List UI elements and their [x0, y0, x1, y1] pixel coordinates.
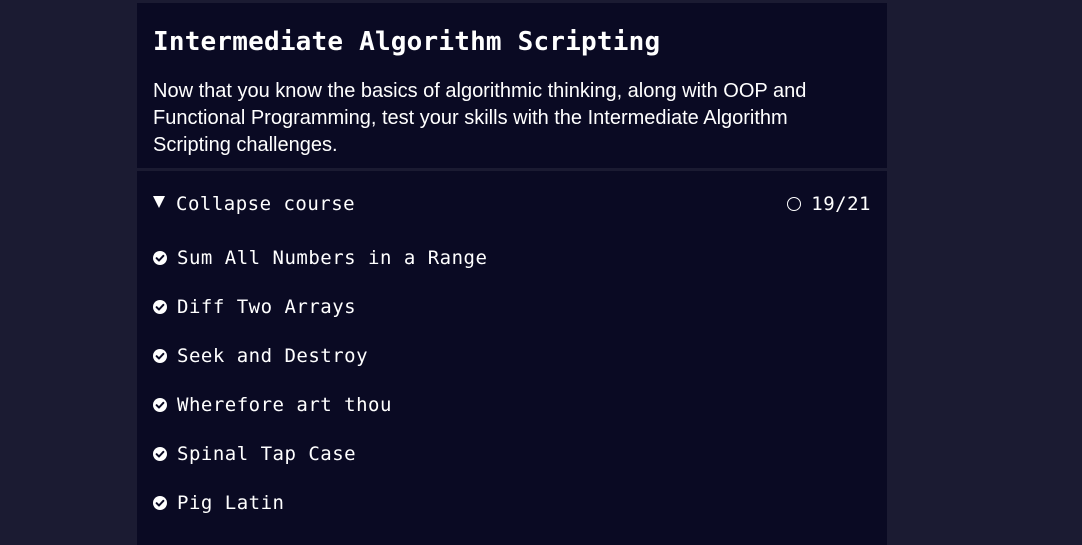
challenge-label: Pig Latin	[177, 491, 285, 514]
course-title: Intermediate Algorithm Scripting	[153, 27, 661, 57]
challenge-label: Spinal Tap Case	[177, 442, 357, 465]
check-circle-icon	[153, 299, 167, 314]
challenge-label: Seek and Destroy	[177, 344, 369, 367]
challenge-item[interactable]: Sum All Numbers in a Range	[153, 233, 871, 282]
check-circle-icon	[153, 348, 167, 363]
course-intro: Intermediate Algorithm Scripting Now tha…	[137, 3, 887, 171]
challenge-item[interactable]: Spinal Tap Case	[153, 429, 871, 478]
collapse-course-label: Collapse course	[176, 193, 356, 215]
check-circle-icon	[153, 397, 167, 412]
check-circle-icon	[153, 495, 167, 510]
challenge-label: Sum All Numbers in a Range	[177, 246, 488, 269]
progress-count: 19/21	[811, 193, 871, 215]
check-circle-icon	[153, 250, 167, 265]
challenge-label: Wherefore art thou	[177, 393, 392, 416]
course-panel: Intermediate Algorithm Scripting Now tha…	[137, 3, 887, 545]
challenge-item[interactable]: Diff Two Arrays	[153, 282, 871, 331]
challenge-list: Sum All Numbers in a Range Diff Two Arra…	[137, 233, 887, 527]
collapse-course-toggle[interactable]: Collapse course	[153, 193, 355, 215]
challenge-item[interactable]: Wherefore art thou	[153, 380, 871, 429]
challenge-item[interactable]: Seek and Destroy	[153, 331, 871, 380]
course-progress: 19/21	[787, 193, 871, 215]
caret-down-icon	[153, 196, 165, 208]
challenge-label: Diff Two Arrays	[177, 295, 357, 318]
collapse-course-button[interactable]: Collapse course 19/21	[137, 175, 887, 233]
course-description: Now that you know the basics of algorith…	[153, 80, 807, 156]
challenge-item[interactable]: Pig Latin	[153, 478, 871, 527]
check-circle-icon	[153, 446, 167, 461]
circle-outline-icon	[787, 197, 802, 211]
